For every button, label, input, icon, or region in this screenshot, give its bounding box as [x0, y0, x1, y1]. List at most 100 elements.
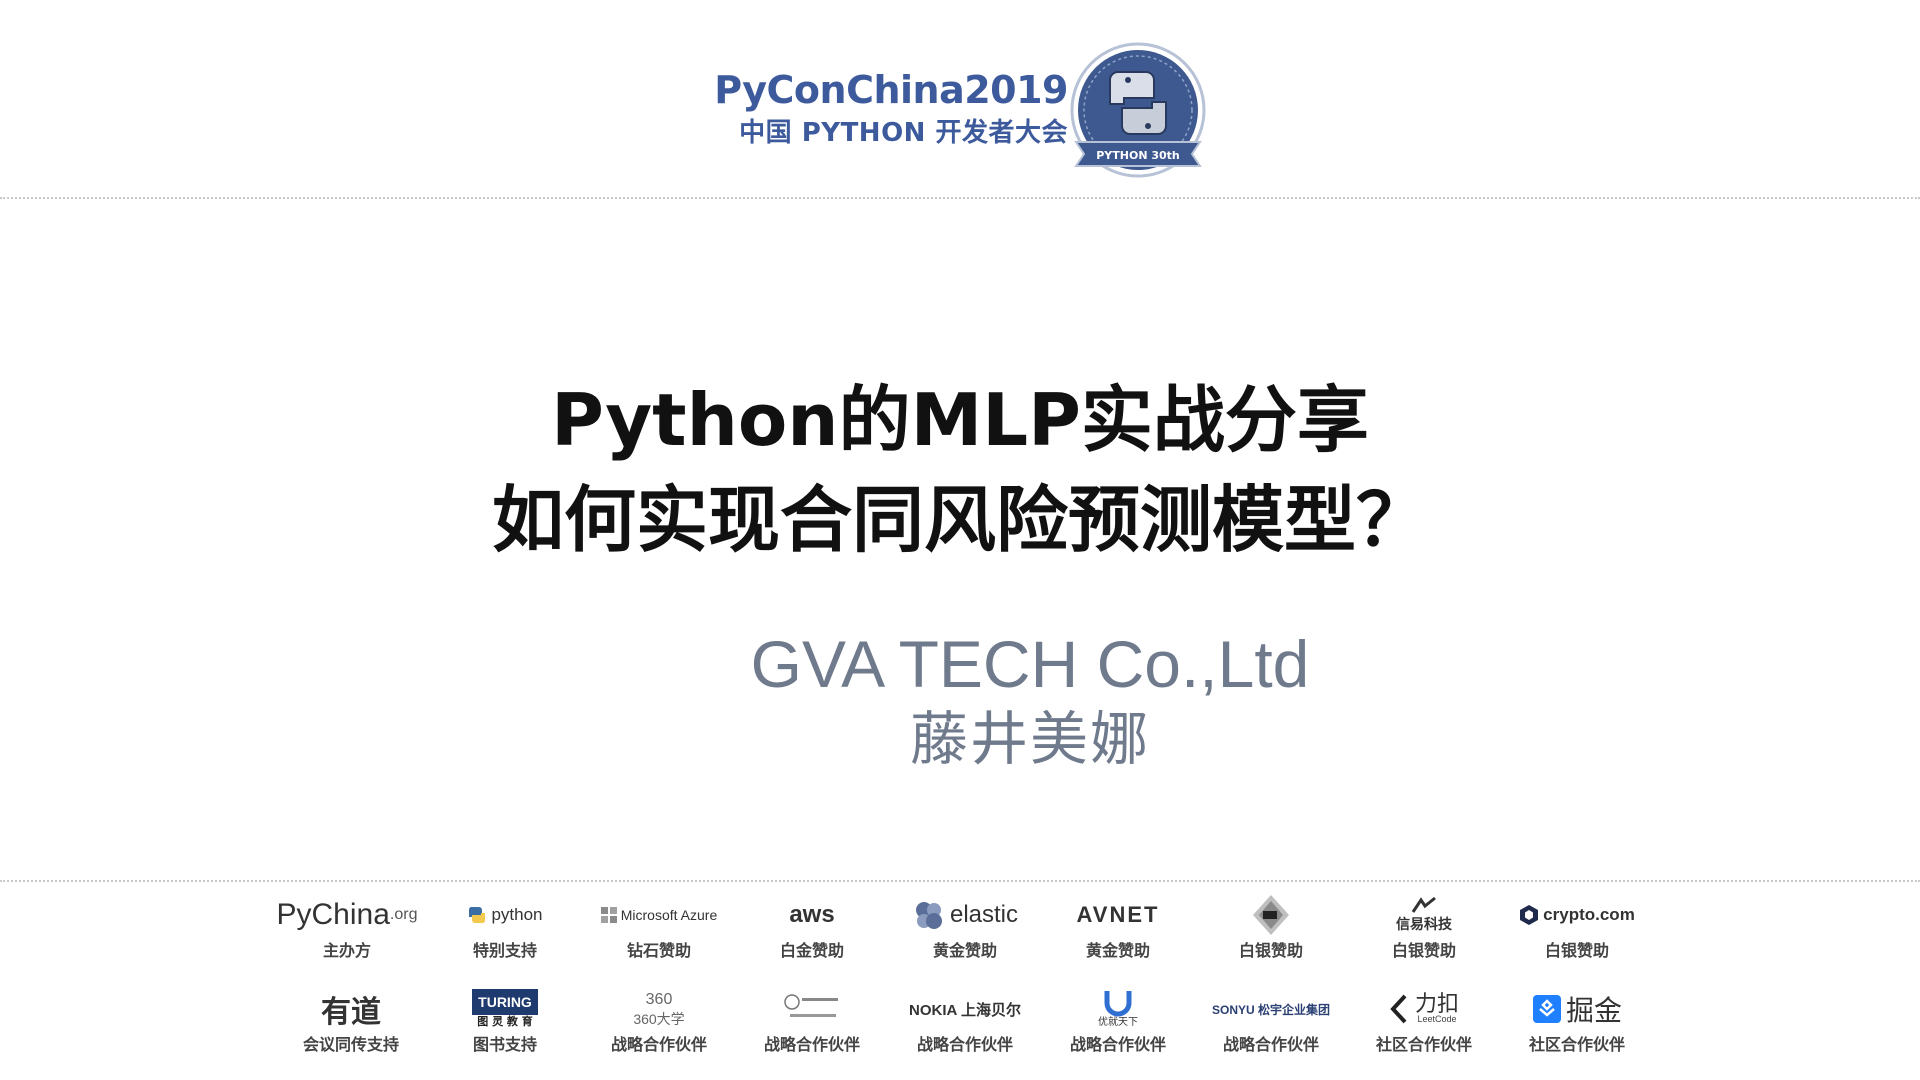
- title-line-2: 如何实现合同风险预测模型？: [491, 478, 1428, 562]
- sponsor-role: 白银赞助: [1544, 941, 1609, 960]
- leetcode-logo-subtext: LeetCode: [1417, 1014, 1457, 1024]
- sponsor-leetcode: 力扣 LeetCode 社区合作伙伴: [1349, 986, 1499, 1076]
- sponsor-pychina: PyChina .org 主办方: [272, 892, 422, 982]
- sponsor-row-2: 有道 会议同传支持 TURING 图 灵 教 育 图书支持 360 360大学 …: [0, 986, 1920, 1076]
- sponsor-turing: TURING 图 灵 教 育 图书支持: [430, 986, 580, 1076]
- sponsor-silver-1: 白银赞助: [1196, 892, 1346, 982]
- sonyu-logo-text: SONYU 松宇企业集团: [1211, 1002, 1330, 1017]
- turing-logo-subtext: 图 灵 教 育: [477, 1015, 533, 1028]
- sponsor-role: 战略合作伙伴: [916, 1035, 1013, 1054]
- elastic-logo-text: elastic: [949, 901, 1019, 928]
- 360-logo-subtext: 360大学: [633, 1011, 685, 1027]
- sponsor-row-1: PyChina .org 主办方 python 特别支持 Microsoft A…: [0, 892, 1920, 982]
- 360-logo: 360 360大学: [584, 986, 734, 1032]
- pychina-logo-suffix: .org: [389, 906, 418, 923]
- aws-logo-text: aws: [789, 901, 835, 928]
- azure-logo-text: Microsoft Azure: [620, 907, 718, 923]
- sponsor-python: python 特别支持: [430, 892, 580, 982]
- sponsor-sonyu: SONYU 松宇企业集团 战略合作伙伴: [1196, 986, 1346, 1076]
- sponsor-role: 会议同传支持: [302, 1035, 399, 1054]
- talk-title: Python的MLP实战分享 如何实现合同风险预测模型？: [0, 370, 1920, 570]
- sponsor-role: 主办方: [322, 941, 371, 960]
- company-name: GVA TECH Co.,Ltd: [750, 627, 1310, 701]
- title-line-1: Python的MLP实战分享: [551, 378, 1369, 462]
- sponsor-role: 黄金赞助: [932, 941, 997, 960]
- pychina-logo: PyChina .org: [272, 892, 422, 938]
- leetcode-logo-text: 力扣: [1414, 991, 1459, 1016]
- header: PyConChina2019 中国 PYTHON 开发者大会 PYTHON 30…: [0, 0, 1920, 198]
- 360-logo-text: 360: [645, 991, 673, 1008]
- university-logo: [737, 986, 887, 1032]
- sponsor-elastic: elastic 黄金赞助: [890, 892, 1040, 982]
- azure-logo: Microsoft Azure: [584, 892, 734, 938]
- sponsor-role: 白银赞助: [1238, 941, 1303, 960]
- speaker-name: 藤井美娜: [909, 705, 1150, 773]
- sponsor-role: 白银赞助: [1391, 941, 1456, 960]
- youjiu-logo: 优就天下: [1043, 986, 1193, 1032]
- nokia-logo-text: NOKIA 上海贝尔: [909, 1001, 1021, 1019]
- presenter: GVA TECH Co.,Ltd 藤井美娜: [700, 625, 1360, 775]
- python-logo-icon: [469, 907, 486, 923]
- xinyi-logo-icon: [1411, 896, 1436, 913]
- xinyi-logo: 信易科技: [1349, 892, 1499, 938]
- youjiu-logo-text: 优就天下: [1098, 1017, 1138, 1028]
- python-logo: python: [430, 892, 580, 938]
- badge-label: PYTHON 30th: [1096, 149, 1180, 162]
- sponsor-role: 社区合作伙伴: [1528, 1035, 1625, 1054]
- brand-subtitle: 中国 PYTHON 开发者大会: [739, 118, 1068, 148]
- header-divider: [0, 197, 1920, 199]
- sponsor-crypto: crypto.com 白银赞助: [1502, 892, 1652, 982]
- sponsor-role: 战略合作伙伴: [763, 1035, 860, 1054]
- sponsor-youjiu: 优就天下 战略合作伙伴: [1043, 986, 1193, 1076]
- elastic-logo-icon: [915, 902, 942, 929]
- brand-wordmark: PyConChina2019 中国 PYTHON 开发者大会: [708, 68, 1068, 150]
- brand-title: PyConChina2019: [714, 68, 1068, 112]
- microsoft-logo-icon: [600, 907, 617, 923]
- sponsor-youdao: 有道 会议同传支持: [276, 986, 426, 1076]
- sponsor-role: 特别支持: [472, 941, 537, 960]
- sponsor-university: 战略合作伙伴: [737, 986, 887, 1076]
- xinyi-logo-text: 信易科技: [1396, 916, 1452, 932]
- sponsor-role: 战略合作伙伴: [1069, 1035, 1166, 1054]
- leetcode-logo: 力扣 LeetCode: [1349, 986, 1499, 1032]
- sponsor-role: 战略合作伙伴: [1222, 1035, 1319, 1054]
- sponsor-aws: aws 白金赞助: [737, 892, 887, 982]
- youdao-logo-text: 有道: [321, 995, 381, 1030]
- slide: PyConChina2019 中国 PYTHON 开发者大会 PYTHON 30…: [0, 0, 1920, 1080]
- juejin-logo-icon: [1532, 995, 1561, 1023]
- elastic-logo: elastic: [890, 892, 1040, 938]
- python-30th-badge-icon: PYTHON 30th: [1070, 42, 1206, 178]
- university-seal-icon: [784, 994, 838, 1017]
- sponsor-role: 白金赞助: [779, 941, 844, 960]
- sonyu-logo: SONYU 松宇企业集团: [1196, 986, 1346, 1032]
- avnet-logo: AVNET: [1043, 892, 1193, 938]
- sponsor-nokia: NOKIA 上海贝尔 战略合作伙伴: [890, 986, 1040, 1076]
- nokia-logo: NOKIA 上海贝尔: [890, 986, 1040, 1032]
- sponsor-role: 黄金赞助: [1085, 941, 1150, 960]
- sponsor-role: 战略合作伙伴: [610, 1035, 707, 1054]
- diamond-logo-icon: [1253, 895, 1289, 935]
- sponsor-role: 钻石赞助: [626, 941, 691, 960]
- crypto-logo: crypto.com: [1502, 892, 1652, 938]
- sponsor-avnet: AVNET 黄金赞助: [1043, 892, 1193, 982]
- sponsor-section: PyChina .org 主办方 python 特别支持 Microsoft A…: [0, 882, 1920, 1080]
- python-logo-text: python: [491, 905, 543, 924]
- sponsor-role: 社区合作伙伴: [1375, 1035, 1472, 1054]
- sponsor-azure: Microsoft Azure 钻石赞助: [584, 892, 734, 982]
- youdao-logo: 有道: [276, 986, 426, 1032]
- juejin-logo-text: 掘金: [1565, 994, 1622, 1027]
- pychina-logo-text: PyChina: [276, 898, 390, 931]
- sponsor-xinyi: 信易科技 白银赞助: [1349, 892, 1499, 982]
- turing-logo: TURING 图 灵 教 育: [430, 986, 580, 1032]
- aws-logo: aws: [737, 892, 887, 938]
- sponsor-role: 图书支持: [472, 1035, 537, 1054]
- turing-logo-text: TURING: [472, 989, 538, 1015]
- crypto-logo-text: crypto.com: [1543, 905, 1635, 924]
- silver-sponsor-logo: [1196, 892, 1346, 938]
- sponsor-360: 360 360大学 战略合作伙伴: [584, 986, 734, 1076]
- youjiu-logo-icon: [1104, 991, 1132, 1017]
- avnet-logo-text: AVNET: [1076, 902, 1160, 927]
- sponsor-juejin: 掘金 社区合作伙伴: [1502, 986, 1652, 1076]
- juejin-logo: 掘金: [1502, 986, 1652, 1032]
- crypto-logo-icon: [1520, 905, 1539, 925]
